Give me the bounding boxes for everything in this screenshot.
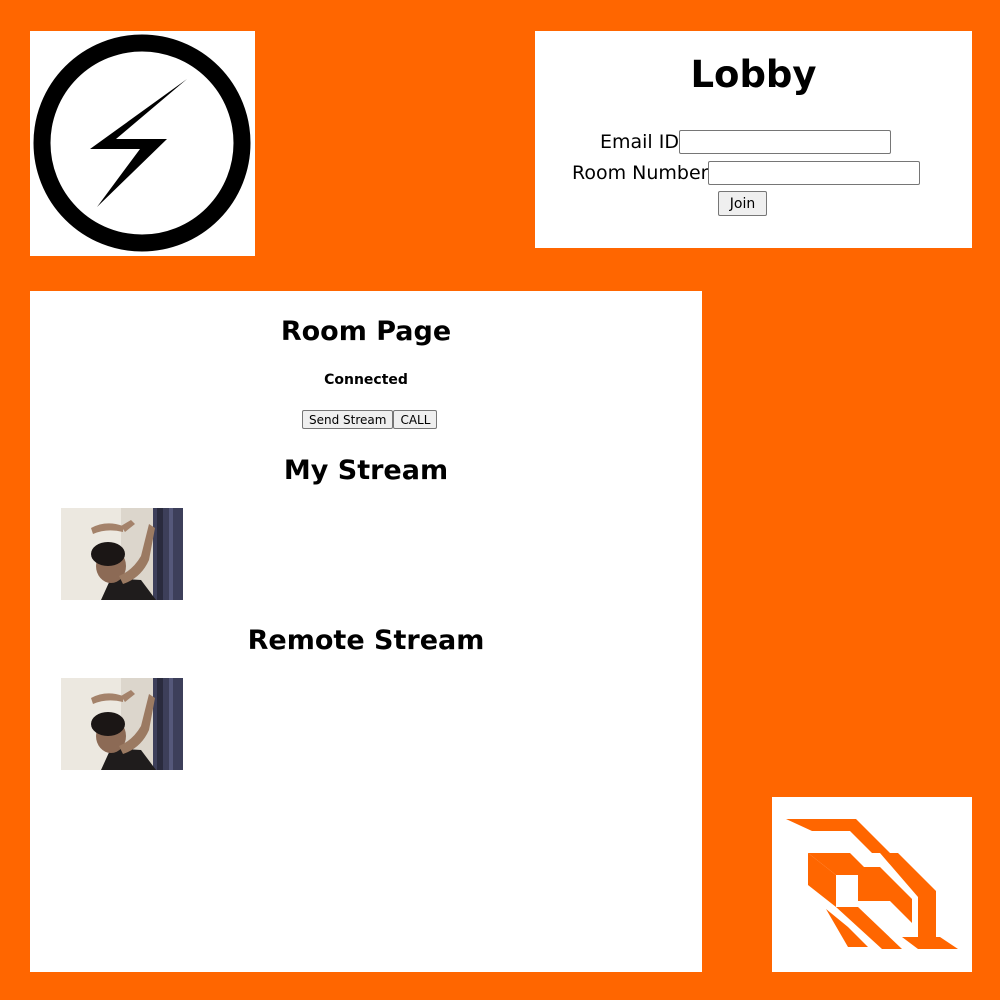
remote-stream-title: Remote Stream — [247, 625, 485, 656]
send-stream-button[interactable]: Send Stream — [302, 410, 394, 429]
email-label: Email ID — [600, 131, 679, 153]
email-input[interactable] — [679, 130, 891, 154]
socketio-logo-panel — [30, 31, 255, 256]
connection-status: Connected — [324, 372, 408, 388]
call-buttons: Send Stream CALL — [302, 410, 438, 429]
my-stream-video — [61, 508, 183, 600]
room-title: Room Page — [280, 316, 452, 347]
socketio-logo-icon — [33, 34, 251, 252]
room-panel: Room Page Connected Send Stream CALL My … — [30, 291, 702, 972]
lobby-title: Lobby — [690, 53, 817, 96]
call-button[interactable]: CALL — [393, 410, 438, 429]
room-number-label: Room Number — [572, 162, 709, 184]
email-row: Email ID — [600, 130, 891, 154]
room-number-input[interactable] — [708, 161, 921, 185]
lobby-panel: Lobby Email ID Room Number Join — [535, 31, 972, 248]
room-number-row: Room Number — [572, 161, 921, 185]
webcam-frame-icon — [61, 508, 183, 600]
websocket-logo-icon — [786, 819, 958, 949]
websocket-logo-panel — [772, 797, 972, 972]
remote-stream-video — [61, 678, 183, 770]
my-stream-title: My Stream — [283, 455, 449, 486]
webcam-frame-icon — [61, 678, 183, 770]
join-button[interactable]: Join — [718, 191, 767, 216]
